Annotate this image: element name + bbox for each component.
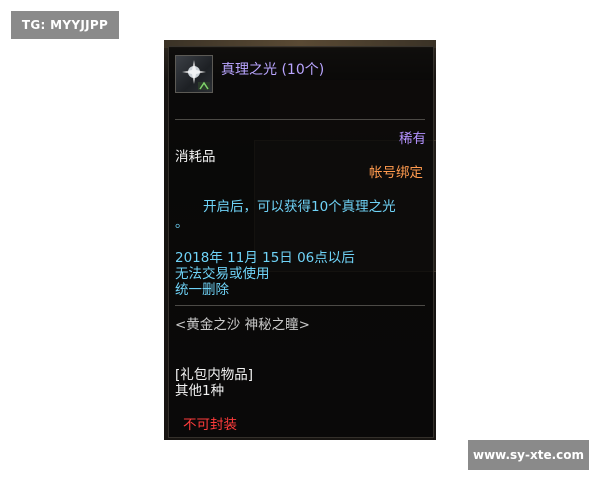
light-crystal-icon — [182, 60, 210, 90]
item-restriction-line1: 无法交易或使用 — [175, 266, 270, 282]
item-binding: 帐号绑定 — [369, 165, 423, 181]
package-contents-other: 其他1种 — [175, 383, 225, 399]
item-source: <黄金之沙 神秘之瞳> — [175, 317, 310, 333]
divider-middle — [175, 305, 425, 306]
divider-top — [175, 119, 425, 120]
package-contents-header: [礼包内物品] — [175, 367, 254, 383]
item-rarity: 稀有 — [399, 131, 426, 147]
seal-status: 不可封装 — [183, 417, 237, 433]
item-icon — [175, 55, 213, 93]
item-tooltip: 真理之光 (10个) 稀有 消耗品 帐号绑定 开启后，可以获得10个真理之光 。… — [168, 46, 434, 438]
item-description-line2: 。 — [175, 215, 189, 231]
item-restriction-line2: 统一删除 — [175, 282, 229, 298]
item-name: 真理之光 (10个) — [221, 62, 325, 78]
watermark-bottom-right: www.sy-xte.com — [468, 440, 589, 470]
game-screenshot: 真理之光 (10个) 稀有 消耗品 帐号绑定 开启后，可以获得10个真理之光 。… — [164, 40, 436, 440]
watermark-top-left: TG: MYYJJPP — [11, 11, 119, 39]
item-expire-date: 2018年 11月 15日 06点以后 — [175, 250, 355, 266]
item-category: 消耗品 — [175, 149, 216, 165]
item-description-line1: 开启后，可以获得10个真理之光 — [203, 199, 396, 215]
